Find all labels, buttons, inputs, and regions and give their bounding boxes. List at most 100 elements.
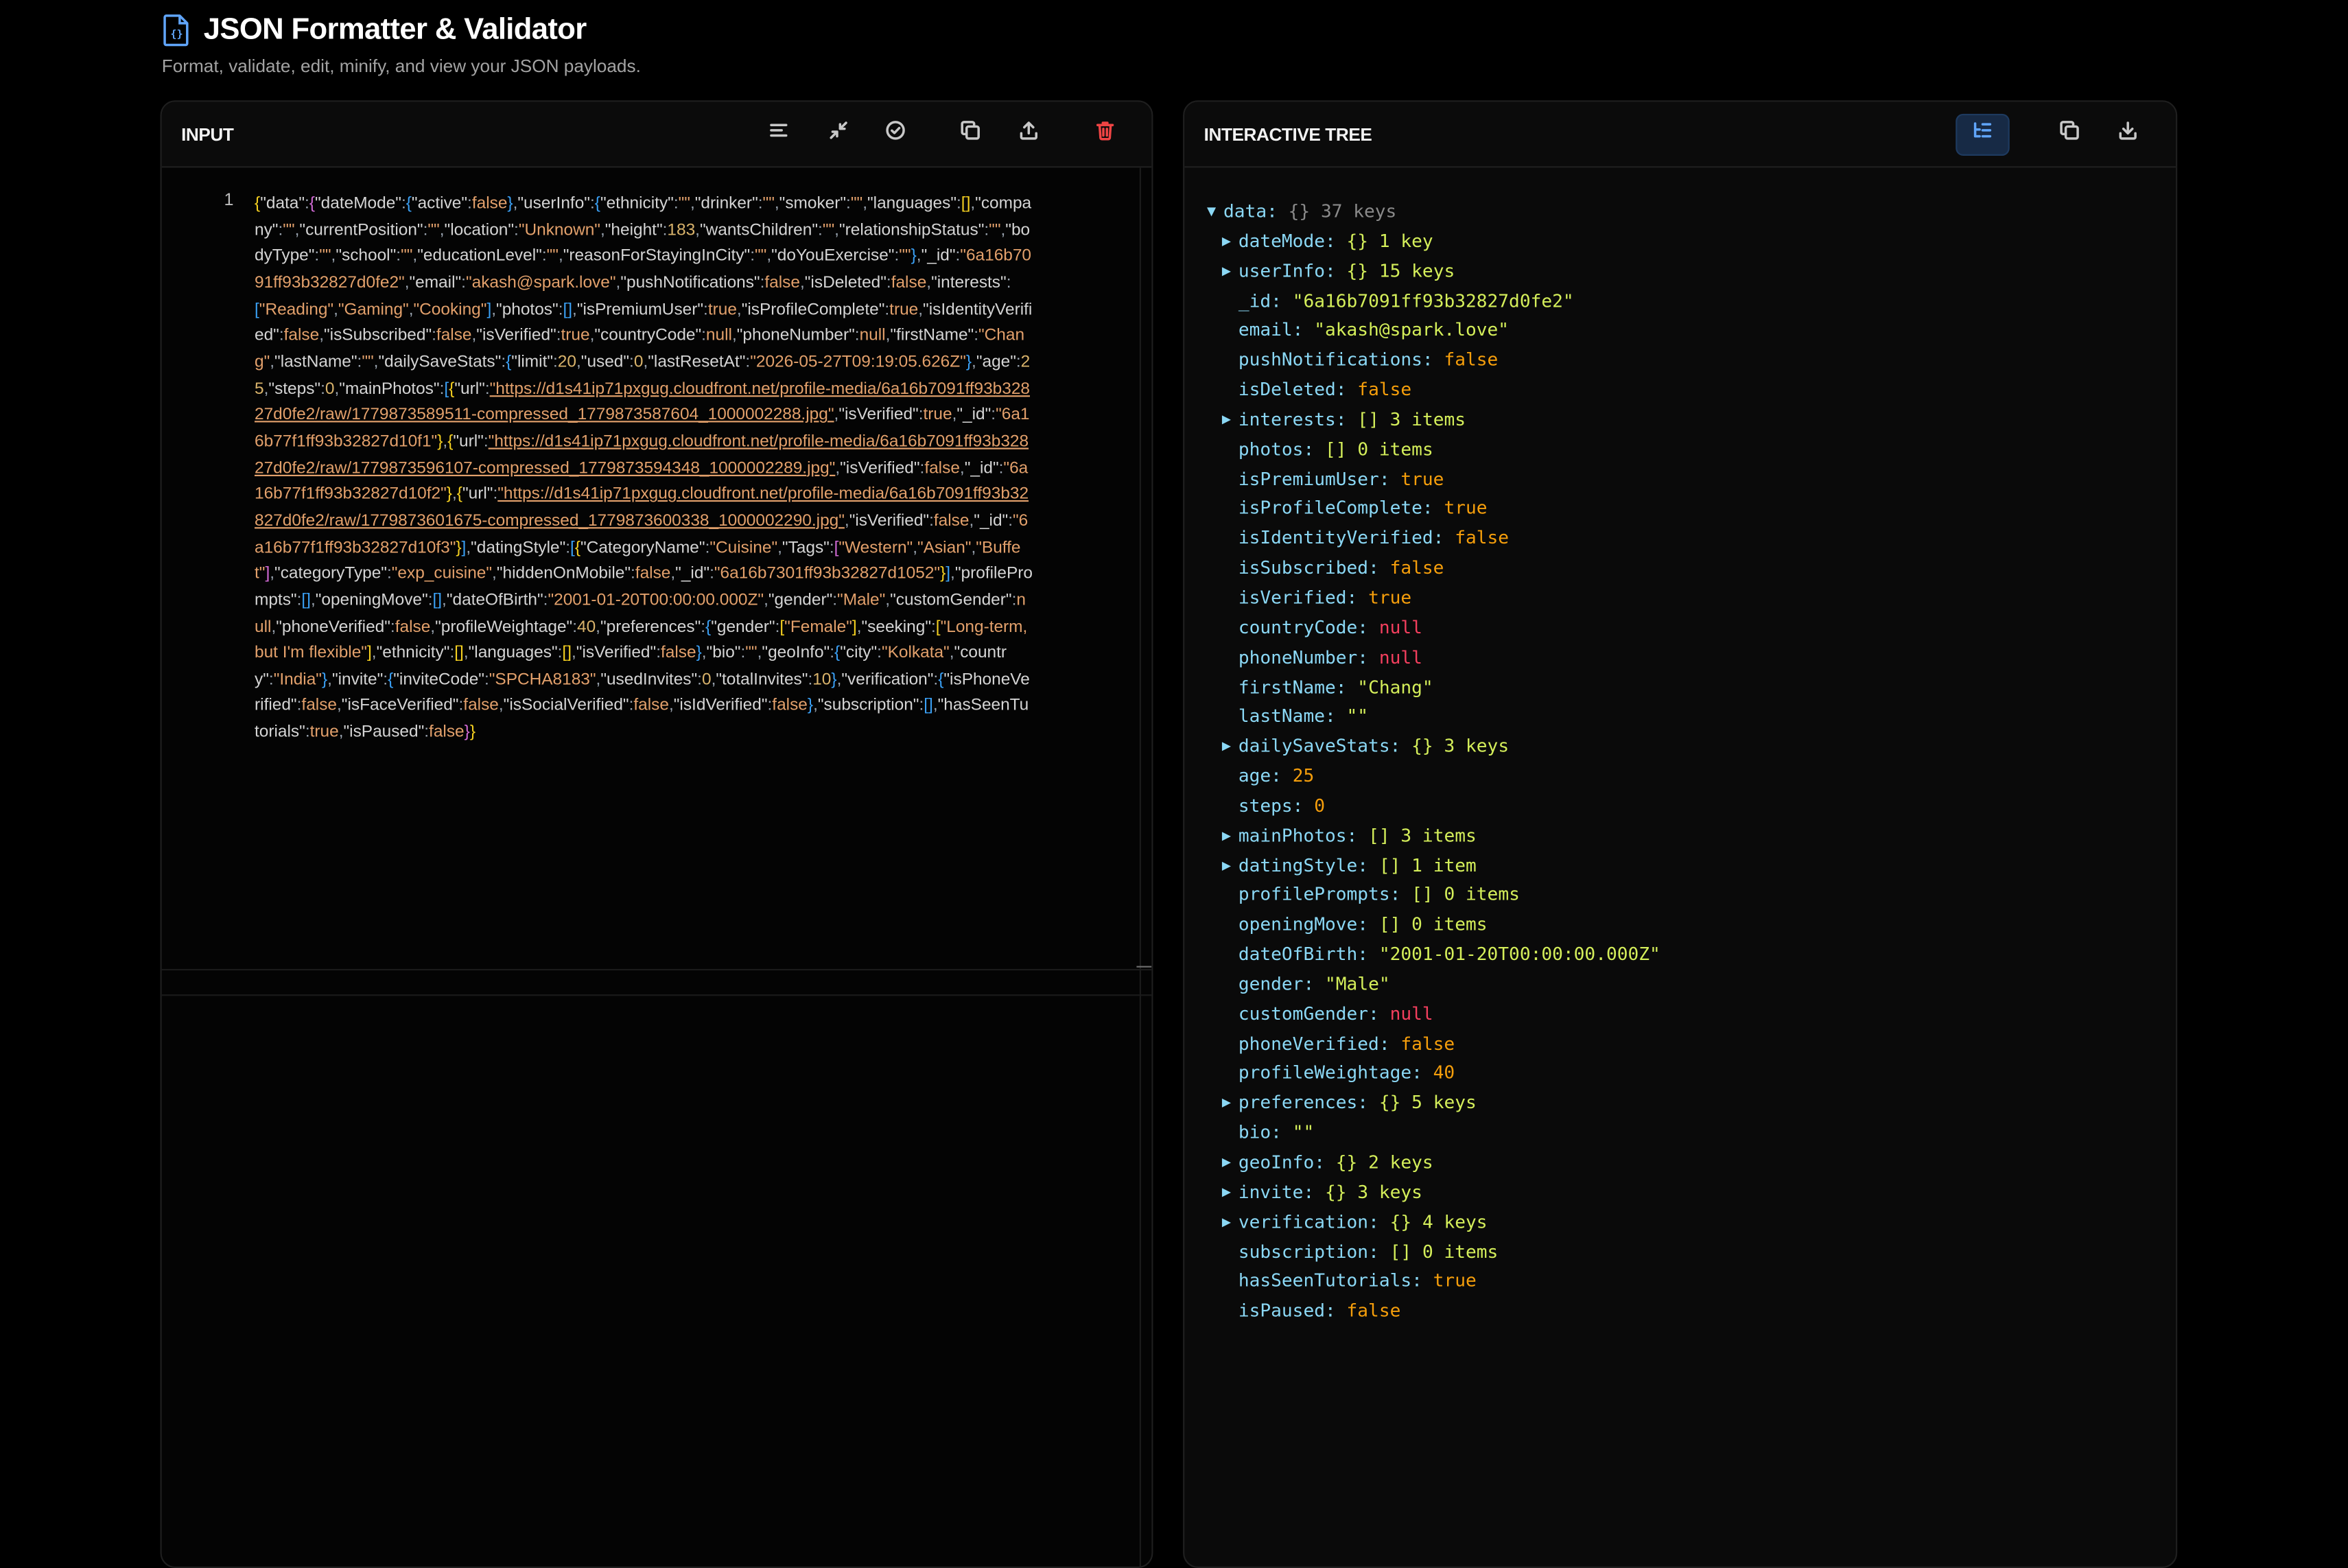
tree-row-userinfo[interactable]: ▶ userInfo: {} 15 keys — [1207, 257, 1660, 287]
format-button[interactable] — [761, 116, 797, 152]
tree-type-meta: {} — [1346, 260, 1369, 281]
tree-row-photos: photos: [] 0 items — [1207, 436, 1660, 465]
upload-button[interactable] — [1011, 116, 1046, 152]
tree-value: true — [1368, 587, 1412, 608]
tree-row-invite[interactable]: ▶ invite: {} 3 keys — [1207, 1178, 1660, 1208]
tree-value: null — [1378, 616, 1422, 638]
validate-button[interactable] — [878, 116, 913, 152]
caret-right-icon[interactable]: ▶ — [1222, 1149, 1238, 1178]
tree-key: interests — [1238, 408, 1336, 430]
tree-row-datemode[interactable]: ▶ dateMode: {} 1 key — [1207, 227, 1660, 257]
tree-key: phoneVerified — [1238, 1033, 1379, 1054]
tree-row-firstname: firstName: "Chang" — [1207, 673, 1660, 703]
tree-row-isidentityverified: isIdentityVerified: false — [1207, 524, 1660, 554]
editor-scrollbar[interactable] — [1139, 167, 1151, 1567]
page-title: JSON Formatter & Validator — [203, 12, 587, 46]
tree-row-interests[interactable]: ▶ interests: [] 3 items — [1207, 406, 1660, 435]
tree-row-dateofbirth: dateOfBirth: "2001-01-20T00:00:00.000Z" — [1207, 941, 1660, 970]
copy-button[interactable] — [952, 116, 988, 152]
minify-icon — [828, 120, 849, 148]
caret-right-icon[interactable]: ▶ — [1222, 1208, 1238, 1238]
tree-value: false — [1346, 1300, 1401, 1322]
caret-right-icon[interactable]: ▶ — [1222, 1178, 1238, 1208]
minify-button[interactable] — [821, 116, 856, 152]
tree-row-geoinfo[interactable]: ▶ geoInfo: {} 2 keys — [1207, 1149, 1660, 1178]
tree-row-verification[interactable]: ▶ verification: {} 4 keys — [1207, 1208, 1660, 1238]
tree-value: false — [1455, 527, 1510, 549]
tree-type-meta: [] — [1325, 438, 1347, 460]
copy-icon — [2059, 120, 2080, 148]
tree-key: isIdentityVerified — [1238, 527, 1433, 549]
tree-row-bio: bio: "" — [1207, 1119, 1660, 1149]
tree-key: gender — [1238, 973, 1304, 994]
caret-right-icon[interactable]: ▶ — [1222, 733, 1238, 762]
tree-count: 0 items — [1444, 884, 1520, 906]
tree-row-gender: gender: "Male" — [1207, 970, 1660, 1000]
tree-copy-button[interactable] — [2052, 116, 2087, 152]
tree-count: 0 items — [1357, 438, 1433, 460]
caret-right-icon[interactable]: ▶ — [1222, 227, 1238, 257]
tree-row-mainphotos[interactable]: ▶ mainPhotos: [] 3 items — [1207, 822, 1660, 852]
tree-toolbar — [1956, 113, 2156, 155]
input-panel-label: INPUT — [181, 124, 234, 145]
tree-type-meta: [] — [1378, 913, 1401, 935]
tree-key: datingStyle — [1238, 854, 1358, 876]
tree-key: isVerified — [1238, 587, 1347, 608]
tree-type-meta: {} — [1411, 735, 1433, 757]
tree-count: 0 items — [1411, 913, 1488, 935]
page-header: {} JSON Formatter & Validator Format, va… — [162, 12, 641, 77]
tree-value: "2001-01-20T00:00:00.000Z" — [1378, 944, 1660, 965]
tree-count: 3 items — [1400, 824, 1477, 846]
tree-type-meta: [] — [1389, 1241, 1412, 1262]
tree-key: steps — [1238, 795, 1293, 817]
tree-row-dailysavestats[interactable]: ▶ dailySaveStats: {} 3 keys — [1207, 733, 1660, 762]
input-panel: INPUT 1 {"data":{"dateMode":{"active":fa… — [160, 100, 1153, 1568]
tree-key: isPaused — [1238, 1300, 1325, 1322]
tree-key: phoneNumber — [1238, 646, 1358, 668]
tree-type-meta: [] — [1411, 884, 1433, 906]
caret-right-icon[interactable]: ▶ — [1222, 406, 1238, 435]
tree-key: isSubscribed — [1238, 557, 1369, 578]
caret-right-icon[interactable]: ▶ — [1222, 822, 1238, 852]
tree-row-phoneverified: phoneVerified: false — [1207, 1030, 1660, 1060]
download-button[interactable] — [2110, 116, 2146, 152]
json-editor-text[interactable]: {"data":{"dateMode":{"active":false},"us… — [255, 191, 1033, 747]
tree-row-preferences[interactable]: ▶ preferences: {} 5 keys — [1207, 1089, 1660, 1119]
clear-button[interactable] — [1087, 116, 1123, 152]
tree-count: 1 item — [1411, 854, 1477, 876]
tree-count: 0 items — [1422, 1241, 1499, 1262]
tree-row-steps: steps: 0 — [1207, 792, 1660, 821]
tree-count: 2 keys — [1368, 1151, 1433, 1173]
tree-root-row[interactable]: ▼ data: {} 37 keys — [1207, 198, 1660, 227]
tree-value: false — [1389, 557, 1444, 578]
tree-value: "Chang" — [1357, 676, 1433, 697]
tree-key: profilePrompts — [1238, 884, 1390, 906]
tree-key: verification — [1238, 1210, 1369, 1232]
caret-right-icon[interactable]: ▶ — [1222, 1089, 1238, 1119]
tree-value: false — [1444, 349, 1499, 371]
tree-row-profileprompts: profilePrompts: [] 0 items — [1207, 881, 1660, 911]
format-icon — [768, 120, 790, 148]
tree-key: mainPhotos — [1238, 824, 1347, 846]
tree-key: _id — [1238, 290, 1271, 311]
json-tree: ▼ data: {} 37 keys ▶ dateMode: {} 1 key ▶ us… — [1207, 198, 1660, 1327]
tree-key: userInfo — [1238, 260, 1325, 281]
caret-down-icon[interactable]: ▼ — [1207, 198, 1223, 227]
line-number: 1 — [224, 191, 234, 210]
json-editor[interactable]: 1 {"data":{"dateMode":{"active":false},"… — [161, 167, 1152, 1567]
tree-count: 1 key — [1378, 230, 1433, 252]
caret-right-icon[interactable]: ▶ — [1222, 852, 1238, 881]
tree-key: hasSeenTutorials — [1238, 1270, 1412, 1292]
caret-right-icon[interactable]: ▶ — [1222, 257, 1238, 287]
input-toolbar — [761, 116, 1132, 152]
tree-row-datingstyle[interactable]: ▶ datingStyle: [] 1 item — [1207, 852, 1660, 881]
tree-key: isPremiumUser — [1238, 468, 1379, 489]
tree-type-meta: {} — [1378, 1092, 1401, 1114]
tree-view-toggle[interactable] — [1956, 113, 2010, 155]
tree-key: countryCode — [1238, 616, 1358, 638]
tree-key: dailySaveStats — [1238, 735, 1390, 757]
tree-key: bio — [1238, 1121, 1271, 1143]
tree-key: lastName — [1238, 705, 1325, 727]
tree-row-ispaused: isPaused: false — [1207, 1297, 1660, 1326]
tree-key: preferences — [1238, 1092, 1358, 1114]
